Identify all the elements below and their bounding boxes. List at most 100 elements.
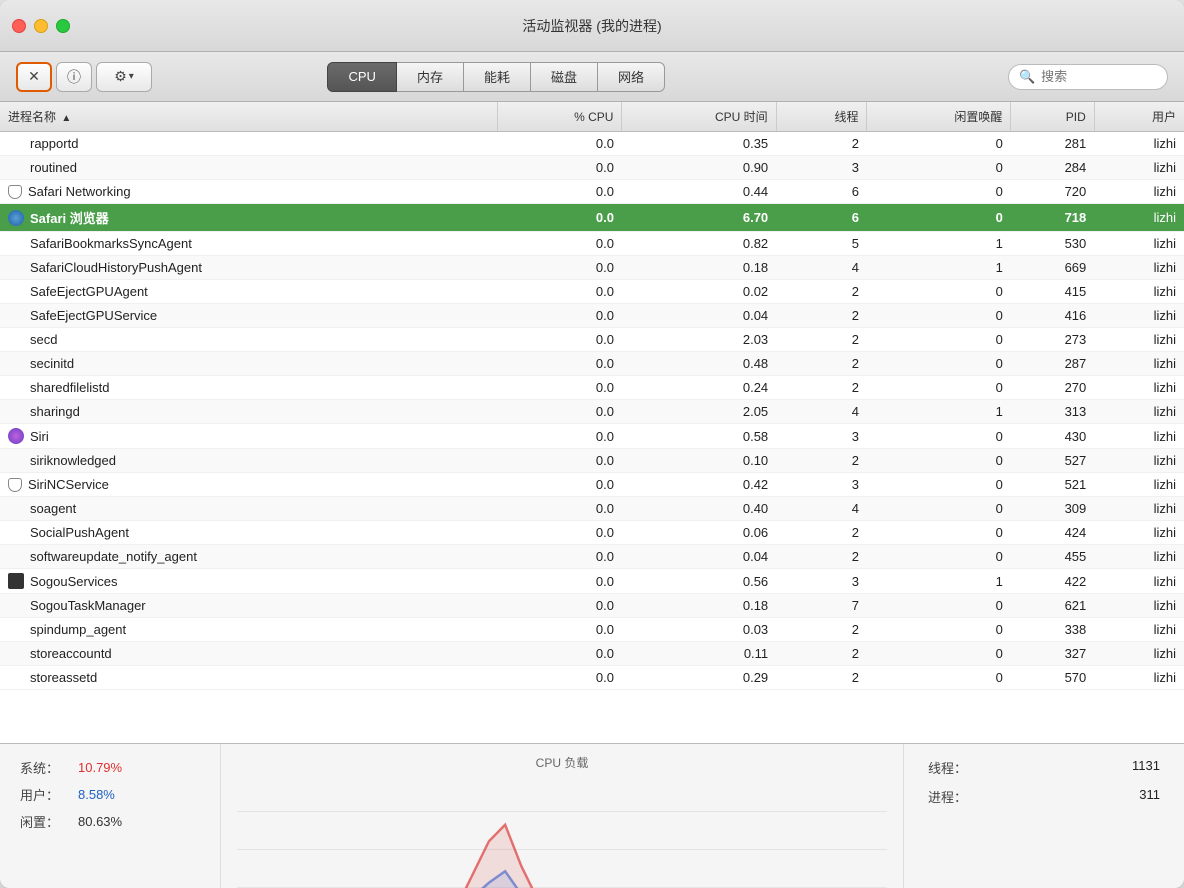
process-user-cell: lizhi <box>1094 232 1184 256</box>
process-idle-wake-cell: 0 <box>867 352 1011 376</box>
process-idle-wake-cell: 0 <box>867 666 1011 690</box>
col-pid[interactable]: PID <box>1011 102 1094 132</box>
table-row[interactable]: sharedfilelistd0.00.2420270lizhi <box>0 376 1184 400</box>
process-idle-wake-cell: 0 <box>867 328 1011 352</box>
tab-network[interactable]: 网络 <box>598 62 665 92</box>
process-idle-wake-cell: 0 <box>867 304 1011 328</box>
table-row[interactable]: SocialPushAgent0.00.0620424lizhi <box>0 521 1184 545</box>
table-row[interactable]: sharingd0.02.0541313lizhi <box>0 400 1184 424</box>
stat-row: 系统： 10.79% <box>20 758 200 777</box>
table-row[interactable]: spindump_agent0.00.0320338lizhi <box>0 618 1184 642</box>
table-row[interactable]: SogouServices0.00.5631422lizhi <box>0 569 1184 594</box>
table-row[interactable]: rapportd0.00.3520281lizhi <box>0 132 1184 156</box>
process-idle-wake-cell: 0 <box>867 204 1011 232</box>
process-pid-cell: 669 <box>1011 256 1094 280</box>
gear-button[interactable]: ⚙ ▾ <box>96 62 152 92</box>
info-button[interactable]: ⓘ <box>56 62 92 92</box>
process-name-label: Siri <box>30 429 49 444</box>
col-user[interactable]: 用户 <box>1094 102 1184 132</box>
process-name-label: siriknowledged <box>30 453 116 468</box>
process-name-cell: SafariBookmarksSyncAgent <box>0 232 497 255</box>
process-pid-cell: 430 <box>1011 424 1094 449</box>
process-pid-cell: 527 <box>1011 449 1094 473</box>
process-pid-cell: 621 <box>1011 594 1094 618</box>
process-idle-wake-cell: 0 <box>867 618 1011 642</box>
process-pid-cell: 309 <box>1011 497 1094 521</box>
process-threads-cell: 2 <box>776 280 867 304</box>
chart-area: CPU 负载 <box>220 744 904 888</box>
process-pid-cell: 415 <box>1011 280 1094 304</box>
table-row[interactable]: Safari Networking0.00.4460720lizhi <box>0 180 1184 204</box>
process-threads-cell: 3 <box>776 424 867 449</box>
process-name-cell: secd <box>0 328 497 351</box>
search-input[interactable] <box>1041 69 1151 84</box>
table-row[interactable]: storeassetd0.00.2920570lizhi <box>0 666 1184 690</box>
process-name-label: SogouTaskManager <box>30 598 146 613</box>
stop-button[interactable]: ✕ <box>16 62 52 92</box>
process-user-cell: lizhi <box>1094 666 1184 690</box>
tab-disk[interactable]: 磁盘 <box>531 62 598 92</box>
table-row[interactable]: secinitd0.00.4820287lizhi <box>0 352 1184 376</box>
table-row[interactable]: storeaccountd0.00.1120327lizhi <box>0 642 1184 666</box>
stat-value: 10.79% <box>78 760 122 775</box>
process-name-label: SiriNCService <box>28 477 109 492</box>
process-name-cell: soagent <box>0 497 497 520</box>
process-cpu-pct-cell: 0.0 <box>497 328 622 352</box>
tab-memory[interactable]: 内存 <box>397 62 464 92</box>
process-name-cell: Safari 浏览器 <box>0 204 497 231</box>
process-cpu-pct-cell: 0.0 <box>497 642 622 666</box>
col-idle-wake[interactable]: 闲置唤醒 <box>867 102 1011 132</box>
search-box[interactable]: 🔍 <box>1008 64 1168 90</box>
table-row[interactable]: softwareupdate_notify_agent0.00.0420455l… <box>0 545 1184 569</box>
close-button[interactable]: ✕ <box>12 19 26 33</box>
tab-cpu[interactable]: CPU <box>327 62 396 92</box>
process-cpu-pct-cell: 0.0 <box>497 473 622 497</box>
table-row[interactable]: soagent0.00.4040309lizhi <box>0 497 1184 521</box>
process-pid-cell: 313 <box>1011 400 1094 424</box>
table-row[interactable]: siriknowledged0.00.1020527lizhi <box>0 449 1184 473</box>
process-pid-cell: 530 <box>1011 232 1094 256</box>
table-row[interactable]: Safari 浏览器0.06.7060718lizhi <box>0 204 1184 232</box>
process-user-cell: lizhi <box>1094 132 1184 156</box>
table-row[interactable]: SafariBookmarksSyncAgent0.00.8251530lizh… <box>0 232 1184 256</box>
stat-label: 系统： <box>20 758 70 777</box>
process-user-cell: lizhi <box>1094 642 1184 666</box>
col-name[interactable]: 进程名称 ▲ <box>0 102 497 132</box>
tab-energy[interactable]: 能耗 <box>464 62 531 92</box>
stop-icon: ✕ <box>28 68 40 85</box>
process-name-label: Safari Networking <box>28 184 131 199</box>
process-name-label: soagent <box>30 501 76 516</box>
maximize-button[interactable]: + <box>56 19 70 33</box>
table-row[interactable]: Siri0.00.5830430lizhi <box>0 424 1184 449</box>
process-pid-cell: 416 <box>1011 304 1094 328</box>
process-cpu-pct-cell: 0.0 <box>497 204 622 232</box>
process-threads-cell: 4 <box>776 256 867 280</box>
table-row[interactable]: SafeEjectGPUService0.00.0420416lizhi <box>0 304 1184 328</box>
process-threads-cell: 2 <box>776 352 867 376</box>
table-row[interactable]: SiriNCService0.00.4230521lizhi <box>0 473 1184 497</box>
process-user-cell: lizhi <box>1094 424 1184 449</box>
process-user-cell: lizhi <box>1094 280 1184 304</box>
process-cpu-pct-cell: 0.0 <box>497 304 622 328</box>
process-name-label: Safari 浏览器 <box>30 208 109 227</box>
col-cpu-time[interactable]: CPU 时间 <box>622 102 776 132</box>
table-row[interactable]: SafeEjectGPUAgent0.00.0220415lizhi <box>0 280 1184 304</box>
minimize-button[interactable]: − <box>34 19 48 33</box>
gear-icon: ⚙ <box>114 68 127 85</box>
col-threads[interactable]: 线程 <box>776 102 867 132</box>
col-cpu-pct[interactable]: % CPU <box>497 102 622 132</box>
table-row[interactable]: SafariCloudHistoryPushAgent0.00.1841669l… <box>0 256 1184 280</box>
process-cpu-time-cell: 0.04 <box>622 304 776 328</box>
table-row[interactable]: routined0.00.9030284lizhi <box>0 156 1184 180</box>
table-row[interactable]: SogouTaskManager0.00.1870621lizhi <box>0 594 1184 618</box>
process-cpu-pct-cell: 0.0 <box>497 352 622 376</box>
process-idle-wake-cell: 0 <box>867 521 1011 545</box>
shield-icon <box>8 185 22 199</box>
process-cpu-time-cell: 0.90 <box>622 156 776 180</box>
process-threads-cell: 6 <box>776 180 867 204</box>
process-threads-cell: 2 <box>776 328 867 352</box>
process-idle-wake-cell: 0 <box>867 545 1011 569</box>
table-row[interactable]: secd0.02.0320273lizhi <box>0 328 1184 352</box>
process-pid-cell: 570 <box>1011 666 1094 690</box>
process-name-label: rapportd <box>30 136 78 151</box>
